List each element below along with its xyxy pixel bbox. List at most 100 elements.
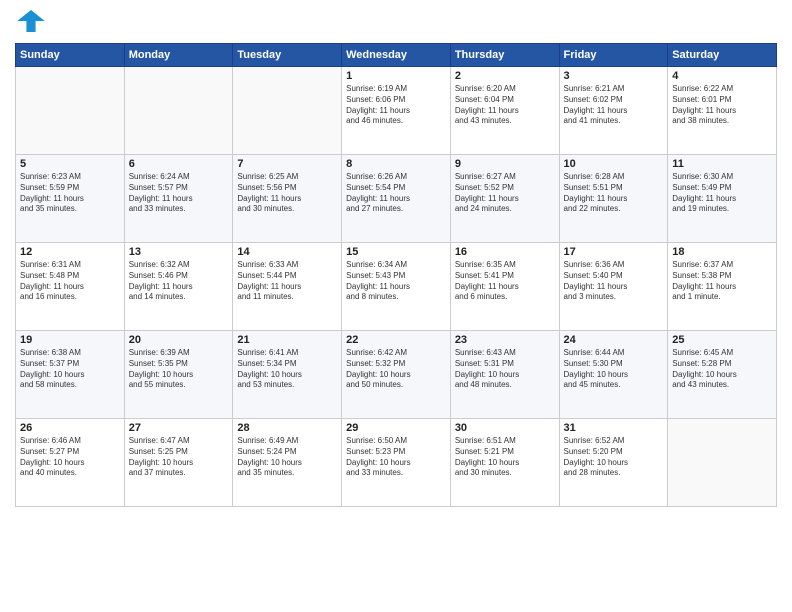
calendar-cell: 6 Sunrise: 6:24 AM Sunset: 5:57 PM Daylig… bbox=[124, 155, 233, 243]
day-number: 10 bbox=[564, 158, 664, 170]
cell-info: Sunrise: 6:52 AM Sunset: 5:20 PM Dayligh… bbox=[564, 436, 664, 479]
calendar-cell: 5 Sunrise: 6:23 AM Sunset: 5:59 PM Daylig… bbox=[16, 155, 125, 243]
calendar-cell: 2 Sunrise: 6:20 AM Sunset: 6:04 PM Daylig… bbox=[450, 67, 559, 155]
logo bbox=[15, 10, 49, 37]
cell-info: Sunrise: 6:28 AM Sunset: 5:51 PM Dayligh… bbox=[564, 172, 664, 215]
cell-info: Sunrise: 6:22 AM Sunset: 6:01 PM Dayligh… bbox=[672, 84, 772, 127]
day-number: 27 bbox=[129, 422, 229, 434]
calendar-table: SundayMondayTuesdayWednesdayThursdayFrid… bbox=[15, 43, 777, 507]
day-number: 25 bbox=[672, 334, 772, 346]
day-number: 17 bbox=[564, 246, 664, 258]
calendar-cell: 27 Sunrise: 6:47 AM Sunset: 5:25 PM Dayli… bbox=[124, 419, 233, 507]
calendar-cell: 18 Sunrise: 6:37 AM Sunset: 5:38 PM Dayli… bbox=[668, 243, 777, 331]
cell-info: Sunrise: 6:26 AM Sunset: 5:54 PM Dayligh… bbox=[346, 172, 446, 215]
day-number: 21 bbox=[237, 334, 337, 346]
cell-info: Sunrise: 6:32 AM Sunset: 5:46 PM Dayligh… bbox=[129, 260, 229, 303]
calendar-cell: 14 Sunrise: 6:33 AM Sunset: 5:44 PM Dayli… bbox=[233, 243, 342, 331]
cell-info: Sunrise: 6:24 AM Sunset: 5:57 PM Dayligh… bbox=[129, 172, 229, 215]
weekday-header-monday: Monday bbox=[124, 44, 233, 67]
cell-info: Sunrise: 6:27 AM Sunset: 5:52 PM Dayligh… bbox=[455, 172, 555, 215]
day-number: 28 bbox=[237, 422, 337, 434]
cell-info: Sunrise: 6:20 AM Sunset: 6:04 PM Dayligh… bbox=[455, 84, 555, 127]
day-number: 7 bbox=[237, 158, 337, 170]
weekday-header-thursday: Thursday bbox=[450, 44, 559, 67]
cell-info: Sunrise: 6:30 AM Sunset: 5:49 PM Dayligh… bbox=[672, 172, 772, 215]
day-number: 30 bbox=[455, 422, 555, 434]
calendar-week-row: 12 Sunrise: 6:31 AM Sunset: 5:48 PM Dayli… bbox=[16, 243, 777, 331]
cell-info: Sunrise: 6:35 AM Sunset: 5:41 PM Dayligh… bbox=[455, 260, 555, 303]
weekday-header-wednesday: Wednesday bbox=[342, 44, 451, 67]
calendar-week-row: 26Sunrise: 6:46 AM Sunset: 5:27 PM Dayli… bbox=[16, 419, 777, 507]
day-number: 20 bbox=[129, 334, 229, 346]
calendar-cell: 4 Sunrise: 6:22 AM Sunset: 6:01 PM Daylig… bbox=[668, 67, 777, 155]
cell-info: Sunrise: 6:41 AM Sunset: 5:34 PM Dayligh… bbox=[237, 348, 337, 391]
calendar-cell: 12 Sunrise: 6:31 AM Sunset: 5:48 PM Dayli… bbox=[16, 243, 125, 331]
day-number: 4 bbox=[672, 70, 772, 82]
calendar-cell: 7 Sunrise: 6:25 AM Sunset: 5:56 PM Daylig… bbox=[233, 155, 342, 243]
cell-info: Sunrise: 6:36 AM Sunset: 5:40 PM Dayligh… bbox=[564, 260, 664, 303]
calendar-week-row: 1 Sunrise: 6:19 AM Sunset: 6:06 PM Daylig… bbox=[16, 67, 777, 155]
day-number: 22 bbox=[346, 334, 446, 346]
day-number: 18 bbox=[672, 246, 772, 258]
calendar-cell: 19 Sunrise: 6:38 AM Sunset: 5:37 PM Dayli… bbox=[16, 331, 125, 419]
day-number: 19 bbox=[20, 334, 120, 346]
calendar-cell: 11Sunrise: 6:30 AM Sunset: 5:49 PM Dayli… bbox=[668, 155, 777, 243]
day-number: 5 bbox=[20, 158, 120, 170]
calendar-cell: 30 Sunrise: 6:51 AM Sunset: 5:21 PM Dayli… bbox=[450, 419, 559, 507]
day-number: 12 bbox=[20, 246, 120, 258]
cell-info: Sunrise: 6:25 AM Sunset: 5:56 PM Dayligh… bbox=[237, 172, 337, 215]
cell-info: Sunrise: 6:37 AM Sunset: 5:38 PM Dayligh… bbox=[672, 260, 772, 303]
calendar-cell: 25 Sunrise: 6:45 AM Sunset: 5:28 PM Dayli… bbox=[668, 331, 777, 419]
calendar-cell: 8 Sunrise: 6:26 AM Sunset: 5:54 PM Daylig… bbox=[342, 155, 451, 243]
calendar-cell: 26Sunrise: 6:46 AM Sunset: 5:27 PM Dayli… bbox=[16, 419, 125, 507]
day-number: 6 bbox=[129, 158, 229, 170]
day-number: 23 bbox=[455, 334, 555, 346]
cell-info: Sunrise: 6:50 AM Sunset: 5:23 PM Dayligh… bbox=[346, 436, 446, 479]
cell-info: Sunrise: 6:33 AM Sunset: 5:44 PM Dayligh… bbox=[237, 260, 337, 303]
weekday-header-friday: Friday bbox=[559, 44, 668, 67]
day-number: 29 bbox=[346, 422, 446, 434]
day-number: 3 bbox=[564, 70, 664, 82]
page: SundayMondayTuesdayWednesdayThursdayFrid… bbox=[0, 0, 792, 612]
day-number: 15 bbox=[346, 246, 446, 258]
cell-info: Sunrise: 6:38 AM Sunset: 5:37 PM Dayligh… bbox=[20, 348, 120, 391]
cell-info: Sunrise: 6:34 AM Sunset: 5:43 PM Dayligh… bbox=[346, 260, 446, 303]
calendar-cell bbox=[233, 67, 342, 155]
logo-icon bbox=[17, 10, 45, 32]
calendar-cell bbox=[668, 419, 777, 507]
calendar-cell bbox=[124, 67, 233, 155]
day-number: 16 bbox=[455, 246, 555, 258]
cell-info: Sunrise: 6:23 AM Sunset: 5:59 PM Dayligh… bbox=[20, 172, 120, 215]
calendar-cell: 9 Sunrise: 6:27 AM Sunset: 5:52 PM Daylig… bbox=[450, 155, 559, 243]
calendar-cell: 17 Sunrise: 6:36 AM Sunset: 5:40 PM Dayli… bbox=[559, 243, 668, 331]
calendar-week-row: 19 Sunrise: 6:38 AM Sunset: 5:37 PM Dayli… bbox=[16, 331, 777, 419]
calendar-cell: 28 Sunrise: 6:49 AM Sunset: 5:24 PM Dayli… bbox=[233, 419, 342, 507]
calendar-cell: 21 Sunrise: 6:41 AM Sunset: 5:34 PM Dayli… bbox=[233, 331, 342, 419]
cell-info: Sunrise: 6:42 AM Sunset: 5:32 PM Dayligh… bbox=[346, 348, 446, 391]
calendar-cell: 20 Sunrise: 6:39 AM Sunset: 5:35 PM Dayli… bbox=[124, 331, 233, 419]
cell-info: Sunrise: 6:46 AM Sunset: 5:27 PM Dayligh… bbox=[20, 436, 120, 479]
day-number: 14 bbox=[237, 246, 337, 258]
cell-info: Sunrise: 6:45 AM Sunset: 5:28 PM Dayligh… bbox=[672, 348, 772, 391]
calendar-cell: 1 Sunrise: 6:19 AM Sunset: 6:06 PM Daylig… bbox=[342, 67, 451, 155]
day-number: 8 bbox=[346, 158, 446, 170]
cell-info: Sunrise: 6:19 AM Sunset: 6:06 PM Dayligh… bbox=[346, 84, 446, 127]
calendar-cell: 24Sunrise: 6:44 AM Sunset: 5:30 PM Dayli… bbox=[559, 331, 668, 419]
cell-info: Sunrise: 6:47 AM Sunset: 5:25 PM Dayligh… bbox=[129, 436, 229, 479]
calendar-cell: 13 Sunrise: 6:32 AM Sunset: 5:46 PM Dayli… bbox=[124, 243, 233, 331]
day-number: 9 bbox=[455, 158, 555, 170]
cell-info: Sunrise: 6:43 AM Sunset: 5:31 PM Dayligh… bbox=[455, 348, 555, 391]
day-number: 13 bbox=[129, 246, 229, 258]
calendar-cell: 22 Sunrise: 6:42 AM Sunset: 5:32 PM Dayli… bbox=[342, 331, 451, 419]
calendar-cell: 31Sunrise: 6:52 AM Sunset: 5:20 PM Dayli… bbox=[559, 419, 668, 507]
cell-info: Sunrise: 6:31 AM Sunset: 5:48 PM Dayligh… bbox=[20, 260, 120, 303]
calendar-cell: 3Sunrise: 6:21 AM Sunset: 6:02 PM Daylig… bbox=[559, 67, 668, 155]
weekday-header-row: SundayMondayTuesdayWednesdayThursdayFrid… bbox=[16, 44, 777, 67]
calendar-cell: 23 Sunrise: 6:43 AM Sunset: 5:31 PM Dayli… bbox=[450, 331, 559, 419]
day-number: 1 bbox=[346, 70, 446, 82]
header bbox=[15, 10, 777, 37]
cell-info: Sunrise: 6:51 AM Sunset: 5:21 PM Dayligh… bbox=[455, 436, 555, 479]
cell-info: Sunrise: 6:49 AM Sunset: 5:24 PM Dayligh… bbox=[237, 436, 337, 479]
day-number: 2 bbox=[455, 70, 555, 82]
cell-info: Sunrise: 6:39 AM Sunset: 5:35 PM Dayligh… bbox=[129, 348, 229, 391]
